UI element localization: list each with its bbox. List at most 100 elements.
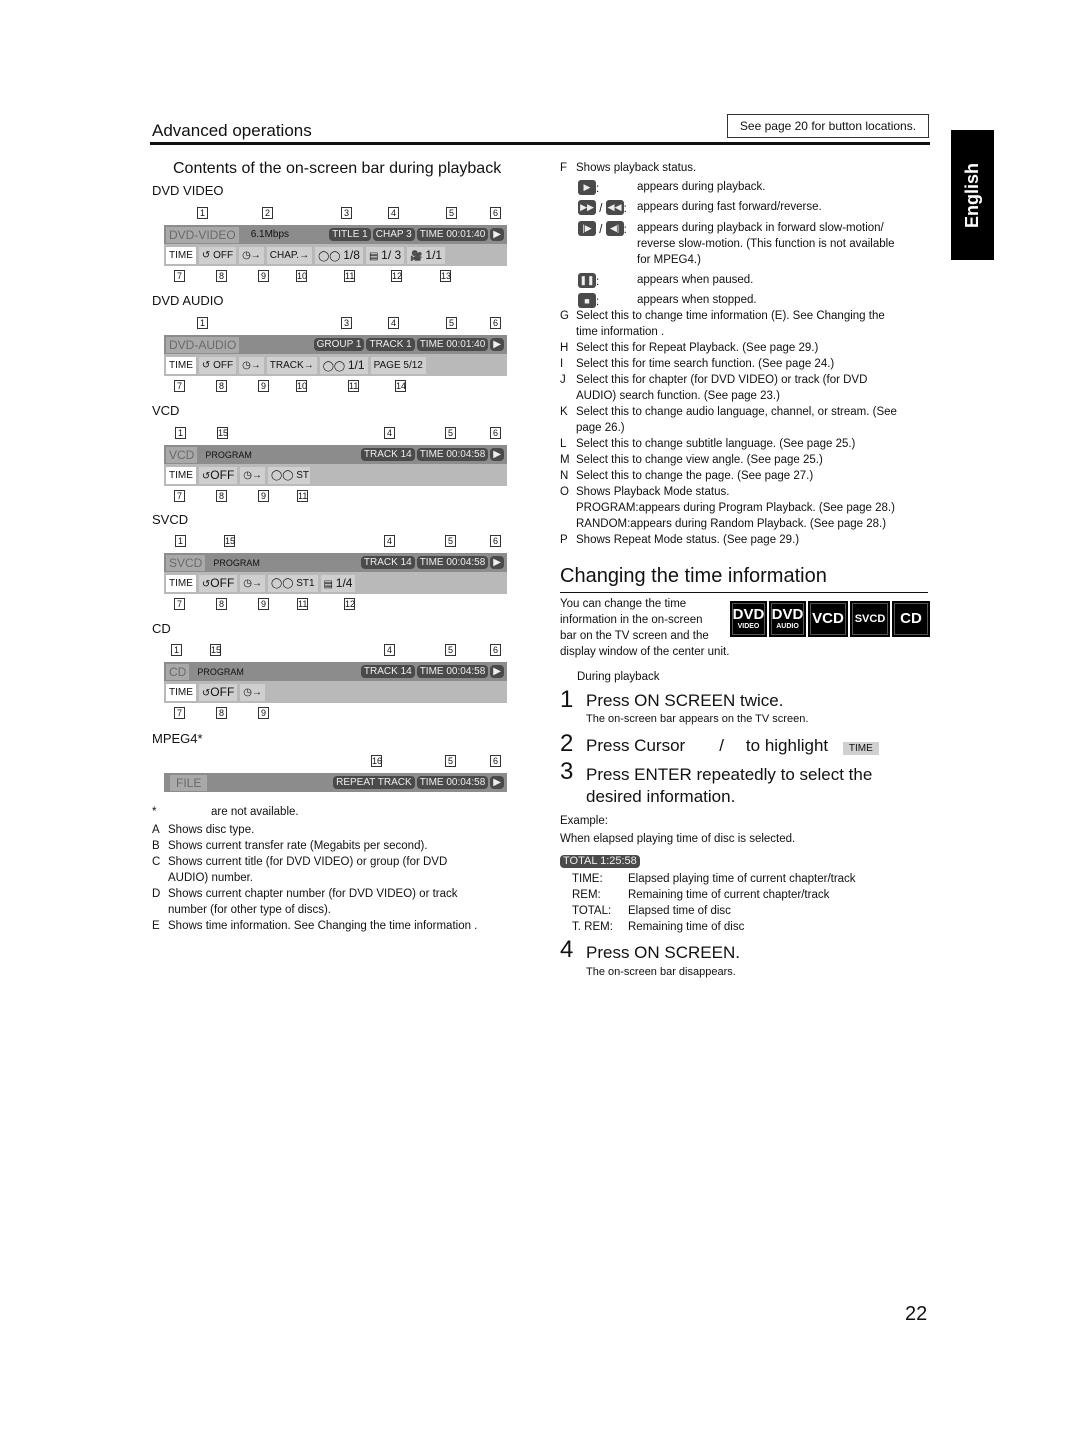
repeat-cell[interactable]: ↺OFF: [198, 683, 238, 701]
repeat-cell[interactable]: ↺OFF: [198, 574, 238, 592]
chapter-pill: CHAP 3: [372, 228, 415, 241]
time-pill: TIME 00:04:58: [416, 556, 489, 569]
callout-number: 6: [490, 427, 501, 439]
time-def-key: TOTAL:: [572, 905, 612, 917]
clock-icon: ◷: [243, 686, 253, 698]
audio-cell[interactable]: ◯◯ 1/1: [319, 356, 368, 374]
time-cell[interactable]: TIME: [166, 466, 196, 484]
time-search-cell[interactable]: ◷→: [240, 683, 266, 701]
title-pill: TITLE 1: [329, 228, 371, 241]
step-number: 1: [560, 686, 574, 713]
fast-reverse-icon: ◀◀: [605, 200, 624, 216]
callout-number: 8: [216, 598, 227, 610]
step-4-sub: The on-screen bar disappears.: [586, 966, 736, 978]
onscreen-bar-subtitle: Contents of the on-screen bar during pla…: [173, 160, 502, 177]
example-label: Example:: [560, 815, 608, 827]
intro-line: display window of the center unit.: [560, 646, 730, 658]
repeat-cell[interactable]: ↺ OFF: [198, 246, 237, 264]
time-pill: TIME 00:01:40: [416, 228, 489, 241]
clock-icon: ◷: [242, 249, 251, 261]
time-cell[interactable]: TIME: [166, 356, 196, 374]
callout-number: 16: [371, 755, 383, 767]
disc-type: FILE: [170, 774, 208, 791]
badge-svcd: SVCD: [850, 601, 890, 637]
intro-line: information in the on-screen: [560, 614, 703, 626]
callout-number: 9: [258, 598, 269, 610]
callout-number: 7: [174, 380, 185, 392]
callout-number: 14: [395, 380, 407, 392]
subtitle-cell[interactable]: ▤ 1/4: [320, 574, 356, 592]
time-cell[interactable]: TIME: [166, 574, 196, 592]
time-chip: TIME: [842, 742, 879, 755]
page-cell[interactable]: PAGE 5/12: [370, 356, 426, 374]
time-cell[interactable]: TIME: [166, 683, 196, 701]
time-search-cell[interactable]: ◷→: [240, 574, 266, 592]
callout-number: 10: [296, 270, 308, 282]
play-icon: ▶: [578, 180, 596, 196]
callout-number: 9: [258, 270, 269, 282]
step-1-sub: The on-screen bar appears on the TV scre…: [586, 713, 809, 725]
step-4-text: Press ON SCREEN.: [586, 943, 740, 962]
track-search-cell[interactable]: TRACK→: [266, 356, 317, 374]
camera-icon: 🎥: [410, 250, 423, 262]
audio-cell[interactable]: ◯◯ ST: [268, 466, 311, 484]
disc-type: VCD: [166, 446, 198, 463]
play-icon: ▶: [490, 665, 504, 678]
example-text: When elapsed playing time of disc is sel…: [560, 833, 796, 845]
group-pill: GROUP 1: [313, 338, 365, 351]
disc-type: CD: [166, 663, 190, 680]
onscreen-bar-dvd-video: 1 2 3 4 5 6 DVD-VIDEO 6.1Mbps TITLE 1 CH…: [164, 207, 507, 282]
onscreen-bar-dvd-audio: 1 3 4 5 6 DVD-AUDIO GROUP 1 TRACK 1 TIME…: [164, 317, 507, 392]
track-pill: TRACK 14: [360, 448, 415, 461]
callout-number: 9: [258, 490, 269, 502]
subtitle-cell[interactable]: ▤ 1/ 3: [365, 246, 405, 264]
callout-number: 8: [216, 490, 227, 502]
audio-cell[interactable]: ◯◯ 1/8: [315, 246, 363, 264]
callout-number: 15: [217, 427, 229, 439]
step-number: 4: [560, 936, 574, 963]
audio-cell[interactable]: ◯◯ ST1: [268, 574, 318, 592]
footnote-mark: *: [152, 806, 157, 818]
section-title: Advanced operations: [152, 121, 312, 140]
clock-icon: ◷: [242, 359, 251, 371]
time-cell[interactable]: TIME: [166, 246, 196, 264]
badge-vcd: VCD: [808, 601, 848, 637]
callout-number: 1: [175, 535, 186, 547]
status-fast: ▶▶ / ◀◀: appears during fast forward/rev…: [578, 199, 822, 217]
subtitle-icon: ▤: [368, 250, 379, 262]
stop-icon: ■: [578, 293, 596, 309]
callout-number: 9: [258, 380, 269, 392]
callout-number: 3: [341, 317, 352, 329]
angle-cell[interactable]: 🎥 1/1: [407, 246, 446, 264]
time-search-cell[interactable]: ◷→: [240, 466, 266, 484]
time-search-cell[interactable]: ◷→: [239, 246, 264, 264]
disc-label-cd: CD: [152, 621, 171, 636]
time-pill: TIME 00:04:58: [416, 665, 489, 678]
repeat-cell[interactable]: ↺ OFF: [198, 356, 237, 374]
chapter-search-cell[interactable]: CHAP.→: [266, 246, 313, 264]
status-pause: ❚❚: appears when paused.: [578, 273, 754, 289]
play-icon: ▶: [490, 448, 504, 461]
audio-icon: ◯◯: [271, 469, 294, 481]
play-icon: ▶: [490, 228, 504, 241]
time-def-key: TIME:: [572, 873, 603, 885]
callout-number: 5: [445, 427, 456, 439]
callout-number: 6: [490, 207, 501, 219]
callout-number: 15: [210, 644, 222, 656]
callout-number: 7: [174, 707, 185, 719]
clock-icon: ◷: [243, 577, 253, 589]
step-3-text-cont: desired information.: [586, 787, 736, 806]
disc-type: DVD-VIDEO: [166, 226, 239, 243]
callout-number: 5: [446, 207, 457, 219]
callout-number: 1: [197, 317, 208, 329]
disc-type: SVCD: [166, 554, 206, 571]
during-playback: During playback: [577, 671, 660, 683]
repeat-cell[interactable]: ↺OFF: [198, 466, 238, 484]
audio-icon: ◯◯: [271, 577, 294, 589]
playback-mode: PROGRAM: [197, 666, 244, 677]
time-search-cell[interactable]: ◷→: [239, 356, 264, 374]
audio-icon: ◯◯: [322, 360, 346, 372]
disc-label-dvd-audio: DVD AUDIO: [152, 293, 224, 308]
repeat-icon: ↺: [201, 359, 211, 371]
language-label: English: [962, 162, 983, 228]
